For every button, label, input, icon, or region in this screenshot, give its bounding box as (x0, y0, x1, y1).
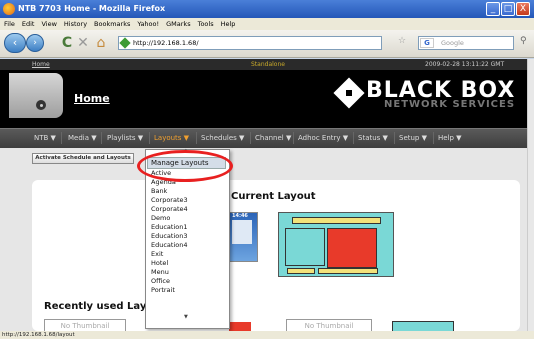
nav-separator (101, 132, 102, 144)
blackbox-diamond-center (346, 90, 352, 96)
layout-item[interactable]: Hotel (151, 259, 168, 268)
nav-media[interactable]: Media ▼ (68, 128, 97, 148)
recent-layout-thumbnail[interactable] (229, 322, 251, 331)
menu-bookmarks[interactable]: Bookmarks (94, 20, 130, 28)
menu-tools[interactable]: Tools (198, 20, 214, 28)
layout-item[interactable]: Corporate3 (151, 196, 188, 205)
home-tab-graphic (9, 73, 63, 118)
mode-label: Standalone (251, 61, 285, 68)
nav-separator (433, 132, 434, 144)
layout-zone-top (292, 217, 381, 224)
menu-bar: File Edit View History Bookmarks Yahoo! GMarks… (0, 18, 534, 30)
url-input[interactable]: http://192.168.1.68/ (118, 36, 382, 50)
maximize-button[interactable]: □ (501, 2, 515, 16)
nav-ntb[interactable]: NTB ▼ (34, 128, 56, 148)
highlight-annotation-oval (137, 150, 233, 182)
menu-help[interactable]: Help (221, 20, 236, 28)
nav-separator (293, 132, 294, 144)
status-bar: http://192.168.1.68/layout (0, 331, 534, 339)
minimize-button[interactable]: _ (486, 2, 500, 16)
layout-item[interactable]: Menu (151, 268, 169, 277)
close-button[interactable]: X (516, 2, 530, 16)
nav-separator (394, 132, 395, 144)
menu-file[interactable]: File (4, 20, 15, 28)
google-engine-icon[interactable]: G (420, 38, 434, 48)
brand-subtitle: NETWORK SERVICES (384, 99, 516, 110)
menu-view[interactable]: View (41, 20, 56, 28)
nav-separator (149, 132, 150, 144)
window-titlebar: NTB 7703 Home - Mozilla Firefox (0, 0, 534, 18)
home-dot-highlight (40, 104, 43, 107)
scroll-down-icon[interactable]: ▼ (184, 314, 188, 320)
nav-setup[interactable]: Setup ▼ (399, 128, 427, 148)
window-title: NTB 7703 Home - Mozilla Firefox (18, 4, 166, 13)
current-layout-heading: Current Layout (231, 191, 316, 202)
layout-zone-main (327, 228, 377, 268)
nav-playlists[interactable]: Playlists ▼ (107, 128, 143, 148)
nav-layouts[interactable]: Layouts ▼ (154, 128, 189, 148)
layout-item[interactable]: Demo (151, 214, 170, 223)
clock: 2009-02-28 13:11:22 GMT (425, 61, 505, 68)
layout-item[interactable]: Portrait (151, 286, 175, 295)
menu-history[interactable]: History (64, 20, 87, 28)
nav-schedules[interactable]: Schedules ▼ (201, 128, 244, 148)
forward-button[interactable]: › (26, 34, 44, 52)
thumbnail-content (232, 220, 252, 244)
nav-channel[interactable]: Channel ▼ (255, 128, 291, 148)
layout-item[interactable]: Education4 (151, 241, 188, 250)
layout-item[interactable]: Education3 (151, 232, 188, 241)
home-button[interactable]: ⌂ (94, 34, 108, 52)
nav-status[interactable]: Status ▼ (358, 128, 388, 148)
search-icon[interactable]: ⚲ (520, 36, 527, 46)
thumbnail-clock: 14:46 (232, 213, 248, 219)
nav-separator (196, 132, 197, 144)
layout-zone-left (285, 228, 325, 266)
layout-item[interactable]: Education1 (151, 223, 188, 232)
nav-separator (250, 132, 251, 144)
nav-separator (353, 132, 354, 144)
back-button[interactable]: ‹ (4, 33, 26, 53)
recent-layouts-heading: Recently used Layou (44, 301, 161, 312)
page-title[interactable]: Home (74, 92, 110, 105)
layout-zone-bottom-right (318, 268, 378, 274)
reload-button[interactable]: C (60, 34, 74, 52)
layout-item[interactable]: Exit (151, 250, 163, 259)
layout-item[interactable]: Bank (151, 187, 167, 196)
firefox-icon (3, 3, 15, 15)
menu-gmarks[interactable]: GMarks (166, 20, 190, 28)
layout-item[interactable]: Office (151, 277, 170, 286)
stop-button[interactable]: ✕ (76, 34, 90, 52)
layout-item[interactable]: Corporate4 (151, 205, 188, 214)
bookmark-star-icon[interactable]: ☆ (398, 36, 406, 46)
menu-edit[interactable]: Edit (22, 20, 35, 28)
activate-schedule-button[interactable]: Activate Schedule and Layouts (32, 153, 134, 164)
nav-separator (61, 132, 62, 144)
menu-yahoo[interactable]: Yahoo! (137, 20, 159, 28)
home-link[interactable]: Home (32, 59, 50, 70)
page-scrollbar[interactable] (527, 59, 534, 331)
nav-help[interactable]: Help ▼ (438, 128, 462, 148)
layout-zone-bottom-left (287, 268, 315, 274)
nav-adhoc-entry[interactable]: Adhoc Entry ▼ (298, 128, 348, 148)
